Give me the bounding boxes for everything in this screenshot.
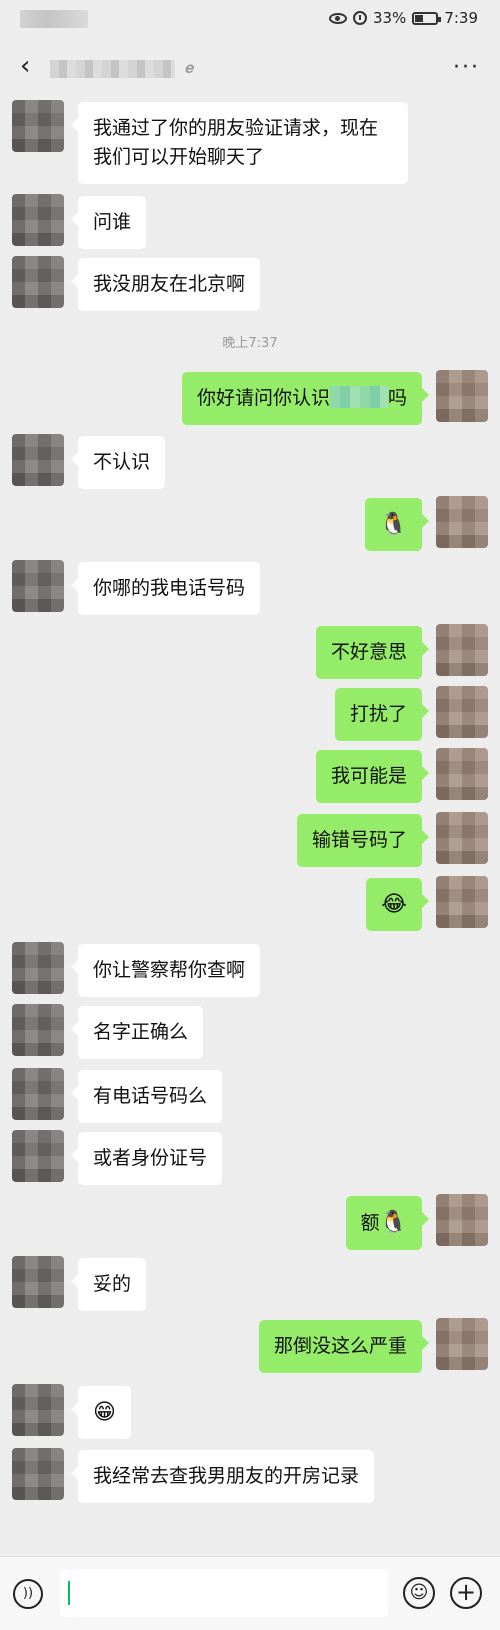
my-avatar[interactable] <box>436 876 488 928</box>
contact-avatar[interactable] <box>12 256 64 308</box>
emoji-icon[interactable]: ☺ <box>403 1577 435 1609</box>
plus-icon[interactable]: + <box>450 1577 482 1609</box>
message-bubble[interactable]: 我通过了你的朋友验证请求，现在我们可以开始聊天了 <box>71 102 408 184</box>
penguin-emoji-icon: 🐧 <box>379 1210 407 1235</box>
contact-avatar[interactable] <box>12 100 64 152</box>
alarm-icon <box>352 11 367 25</box>
back-icon[interactable]: ‹ <box>20 53 30 79</box>
message-bubble[interactable]: 不认识 <box>70 436 166 489</box>
message-bubble[interactable]: 不好意思 <box>315 626 430 679</box>
clock: 7:39 <box>444 9 478 27</box>
tears-of-joy-emoji-icon[interactable]: 😂 <box>366 878 429 931</box>
battery-icon <box>412 11 442 25</box>
message-bubble[interactable]: 名字正确么 <box>70 1006 204 1059</box>
battery-percent: 33% <box>372 9 407 27</box>
eye-icon <box>328 12 347 24</box>
my-avatar[interactable] <box>436 496 488 548</box>
chat-screen: 33% 7:39 ‹ 𝒆 ··· 我通过了你的朋友验证请求，现在我们可以开始聊天… <box>0 0 500 1630</box>
contact-avatar[interactable] <box>12 1256 64 1308</box>
contact-avatar[interactable] <box>12 194 64 246</box>
contact-avatar[interactable] <box>12 434 64 486</box>
contact-avatar[interactable] <box>12 1448 64 1500</box>
contact-avatar[interactable] <box>12 1130 64 1182</box>
message-bubble[interactable]: 我没朋友在北京啊 <box>70 258 261 311</box>
redacted-name <box>329 386 388 408</box>
voice-icon[interactable]: )) <box>13 1579 43 1609</box>
earpiece-mode-icon: 𝒆 <box>185 58 195 77</box>
message-bubble[interactable]: 额🐧 <box>345 1196 430 1250</box>
my-avatar[interactable] <box>436 1194 488 1246</box>
my-avatar[interactable] <box>436 812 488 864</box>
message-bubble[interactable]: 妥的 <box>70 1258 147 1311</box>
my-avatar[interactable] <box>436 748 488 800</box>
my-avatar[interactable] <box>436 686 488 738</box>
message-bubble[interactable]: 我经常去查我男朋友的开房记录 <box>70 1450 375 1503</box>
message-text: 吗 <box>387 387 407 409</box>
chat-header: ‹ 𝒆 ··· <box>0 38 500 96</box>
message-bubble[interactable]: 我可能是 <box>315 750 430 803</box>
message-text: 你好请问你认识 <box>196 387 330 409</box>
contact-avatar[interactable] <box>12 942 64 994</box>
message-bubble[interactable]: 有电话号码么 <box>70 1070 223 1123</box>
more-options-icon[interactable]: ··· <box>453 55 480 80</box>
contact-avatar[interactable] <box>12 1004 64 1056</box>
message-bubble[interactable]: 输错号码了 <box>296 814 430 867</box>
text-caret <box>68 1581 70 1605</box>
contact-avatar[interactable] <box>12 1068 64 1120</box>
message-bubble[interactable]: 打扰了 <box>334 688 430 741</box>
message-bubble[interactable]: 你好请问你认识 吗 <box>181 372 430 425</box>
input-bar: )) ☺ + <box>0 1556 500 1630</box>
contact-avatar[interactable] <box>12 1384 64 1436</box>
status-icons: 33% 7:39 <box>328 9 478 27</box>
my-avatar[interactable] <box>436 624 488 676</box>
message-input[interactable] <box>60 1569 388 1617</box>
signal-icons-blurred <box>20 10 88 28</box>
my-avatar[interactable] <box>436 1318 488 1370</box>
status-bar: 33% 7:39 <box>0 0 500 38</box>
message-text: 额 <box>360 1212 380 1234</box>
penguin-emoji-icon[interactable]: 🐧 <box>364 498 430 551</box>
my-avatar[interactable] <box>436 370 488 422</box>
message-timestamp: 晚上7:37 <box>222 336 278 351</box>
message-bubble[interactable]: 问谁 <box>70 196 147 249</box>
message-list[interactable]: 我通过了你的朋友验证请求，现在我们可以开始聊天了 问谁 我没朋友在北京啊 晚上7… <box>0 96 500 1556</box>
contact-avatar[interactable] <box>12 560 64 612</box>
grinning-emoji-icon[interactable]: 😁 <box>71 1386 131 1439</box>
message-bubble[interactable]: 那倒没这么严重 <box>258 1320 430 1373</box>
message-bubble[interactable]: 你哪的我电话号码 <box>70 562 261 615</box>
message-bubble[interactable]: 你让警察帮你查啊 <box>70 944 261 997</box>
message-bubble[interactable]: 或者身份证号 <box>70 1132 223 1185</box>
contact-name-blurred <box>50 60 175 78</box>
